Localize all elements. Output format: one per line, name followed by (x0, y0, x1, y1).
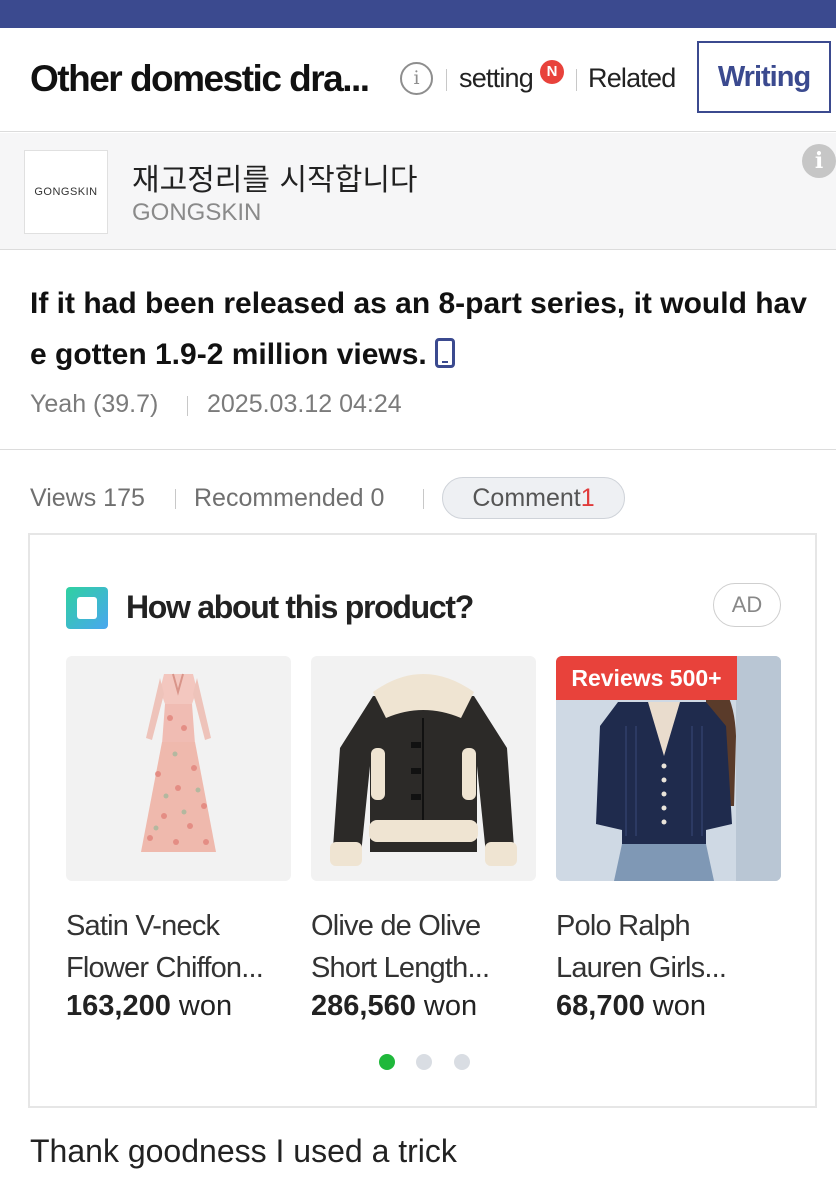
post-body: Thank goodness I used a trick (30, 1133, 457, 1169)
info-icon[interactable]: i (400, 62, 433, 95)
carousel-dot[interactable] (416, 1054, 432, 1070)
price-currency: won (423, 990, 478, 1022)
price-amount: 286,560 (311, 990, 416, 1022)
product-price: 68,700 won (556, 990, 706, 1023)
divider (576, 69, 577, 91)
product-price: 163,200 won (66, 990, 232, 1023)
comment-label: Comment (472, 484, 581, 512)
views-count: Views 175 (30, 484, 145, 512)
product-name[interactable]: Olive de Olive Short Length... (311, 905, 539, 989)
setting-link[interactable]: setting (459, 63, 534, 94)
info-icon[interactable]: i (802, 144, 836, 178)
product-name-line2: Short Length... (311, 952, 490, 984)
product-price: 286,560 won (311, 990, 477, 1023)
post-title-text: If it had been released as an 8-part ser… (30, 287, 807, 371)
product-name[interactable]: Polo Ralph Lauren Girls... (556, 905, 784, 989)
product-name-line1: Satin V-neck (66, 910, 220, 942)
shearling-jacket-image[interactable] (311, 656, 536, 881)
top-bar (0, 0, 836, 28)
ad-tag[interactable]: AD (713, 583, 781, 627)
price-amount: 163,200 (66, 990, 171, 1022)
floral-dress-image[interactable] (66, 656, 291, 881)
navy-cardigan-image[interactable]: Reviews 500+ (556, 656, 781, 881)
widget-title: How about this product? (126, 589, 474, 625)
product-name-line2: Flower Chiffon... (66, 952, 264, 984)
mobile-phone-icon (434, 338, 455, 368)
new-badge: N (540, 60, 564, 84)
divider (446, 69, 447, 91)
post-author[interactable]: Yeah (39.7) (30, 390, 158, 419)
recommended-count: Recommended 0 (194, 484, 385, 512)
product-name-line1: Olive de Olive (311, 910, 481, 942)
writing-button[interactable]: Writing (697, 41, 831, 113)
board-header: Other domestic dra... i setting N Relate… (0, 28, 836, 132)
divider (175, 489, 176, 509)
advertiser-logo: GONGSKIN (24, 150, 108, 234)
product-recommendation-widget: How about this product? AD Satin V-neck F… (28, 533, 817, 1108)
ad-title[interactable]: 재고정리를 시작합니다 (132, 155, 418, 199)
price-currency: won (178, 990, 233, 1022)
section-divider (0, 449, 836, 450)
carousel-dot[interactable] (454, 1054, 470, 1070)
shopping-bag-icon (66, 587, 108, 629)
ad-advertiser: GONGSKIN (132, 199, 262, 226)
price-amount: 68,700 (556, 990, 645, 1022)
comment-button[interactable]: Comment1 (442, 477, 625, 519)
related-link[interactable]: Related (588, 63, 676, 94)
product-name[interactable]: Satin V-neck Flower Chiffon... (66, 905, 294, 989)
ad-banner[interactable]: GONGSKIN 재고정리를 시작합니다 GONGSKIN i (0, 133, 836, 250)
carousel-dot[interactable] (379, 1054, 395, 1070)
comment-count: 1 (580, 484, 595, 512)
post-title: If it had been released as an 8-part ser… (30, 278, 820, 380)
reviews-badge: Reviews 500+ (556, 656, 737, 700)
price-currency: won (652, 990, 706, 1022)
divider (187, 396, 188, 416)
divider (423, 489, 424, 509)
page-title[interactable]: Other domestic dra... (30, 58, 370, 100)
product-name-line2: Lauren Girls... (556, 952, 727, 984)
post-date: 2025.03.12 04:24 (207, 390, 402, 418)
product-name-line1: Polo Ralph (556, 910, 691, 942)
